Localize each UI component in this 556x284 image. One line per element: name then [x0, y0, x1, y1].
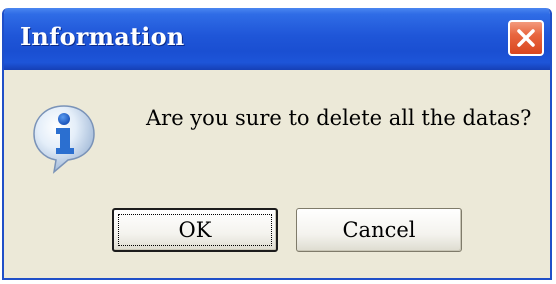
info-dialog: Information Are you sure to delete all t…	[2, 8, 552, 280]
cancel-button[interactable]: Cancel	[296, 208, 462, 252]
info-icon	[33, 105, 95, 174]
title-bar[interactable]: Information	[4, 8, 550, 70]
ok-button[interactable]: OK	[112, 208, 278, 252]
focus-ring	[118, 214, 272, 246]
close-button[interactable]	[508, 20, 544, 56]
dialog-message: Are you sure to delete all the datas?	[146, 106, 532, 130]
dialog-title: Information	[20, 22, 185, 51]
close-icon	[517, 29, 535, 47]
cancel-button-label: Cancel	[342, 218, 416, 242]
